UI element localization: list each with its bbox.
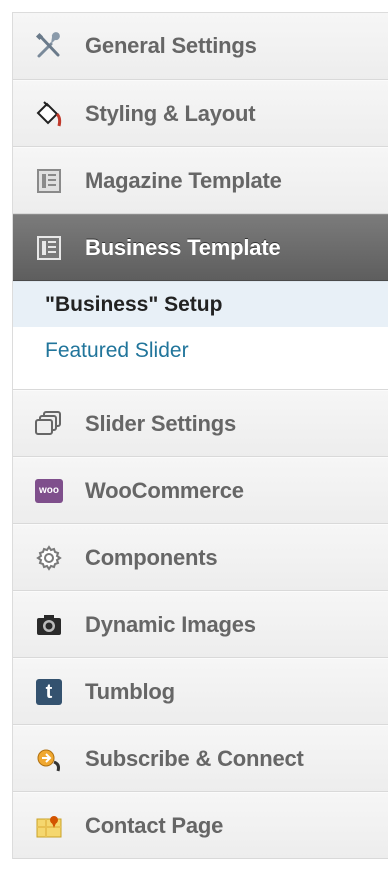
menu-item-label: Styling & Layout	[85, 100, 256, 126]
menu-item-dynamic-images[interactable]: Dynamic Images	[13, 591, 388, 658]
menu-item-subscribe-connect[interactable]: Subscribe & Connect	[13, 725, 388, 792]
submenu-spacer	[13, 375, 388, 389]
contact-map-icon	[33, 810, 65, 842]
woocommerce-icon-text: woo	[35, 478, 63, 503]
subscribe-icon	[33, 743, 65, 775]
layout-template-icon	[33, 165, 65, 197]
menu-item-contact-page[interactable]: Contact Page	[13, 792, 388, 859]
menu-item-styling-layout[interactable]: Styling & Layout	[13, 80, 388, 147]
menu-item-label: Components	[85, 544, 218, 570]
menu-item-label: Dynamic Images	[85, 611, 256, 637]
paint-bucket-icon	[33, 98, 65, 130]
menu-item-woocommerce[interactable]: woo WooCommerce	[13, 457, 388, 524]
menu-item-label: Magazine Template	[85, 167, 282, 193]
tumblr-icon: t	[33, 676, 65, 708]
menu-item-components[interactable]: Components	[13, 524, 388, 591]
menu-item-general-settings[interactable]: General Settings	[13, 12, 388, 80]
menu-item-label: Contact Page	[85, 812, 224, 838]
menu-item-label: Subscribe & Connect	[85, 745, 304, 771]
layout-template-icon	[33, 232, 65, 264]
menu-item-tumblog[interactable]: t Tumblog	[13, 658, 388, 725]
submenu: "Business" Setup Featured Slider	[13, 281, 388, 390]
tools-icon	[33, 30, 65, 62]
tumblr-icon-text: t	[36, 678, 62, 705]
submenu-item-featured-slider[interactable]: Featured Slider	[13, 327, 388, 375]
menu-item-label: Tumblog	[85, 678, 175, 704]
menu-item-label: WooCommerce	[85, 477, 244, 503]
woocommerce-icon: woo	[33, 475, 65, 507]
submenu-item-business-setup[interactable]: "Business" Setup	[13, 281, 388, 327]
menu-item-label: Business Template	[85, 234, 281, 260]
gear-icon	[33, 542, 65, 574]
menu-item-magazine-template[interactable]: Magazine Template	[13, 147, 388, 214]
slides-icon	[33, 408, 65, 440]
menu-item-business-template[interactable]: Business Template	[13, 214, 388, 281]
settings-menu: General Settings Styling & Layout Magazi…	[12, 12, 388, 859]
menu-item-label: Slider Settings	[85, 410, 237, 436]
camera-icon	[33, 609, 65, 641]
menu-item-label: General Settings	[85, 33, 257, 58]
menu-item-slider-settings[interactable]: Slider Settings	[13, 390, 388, 457]
